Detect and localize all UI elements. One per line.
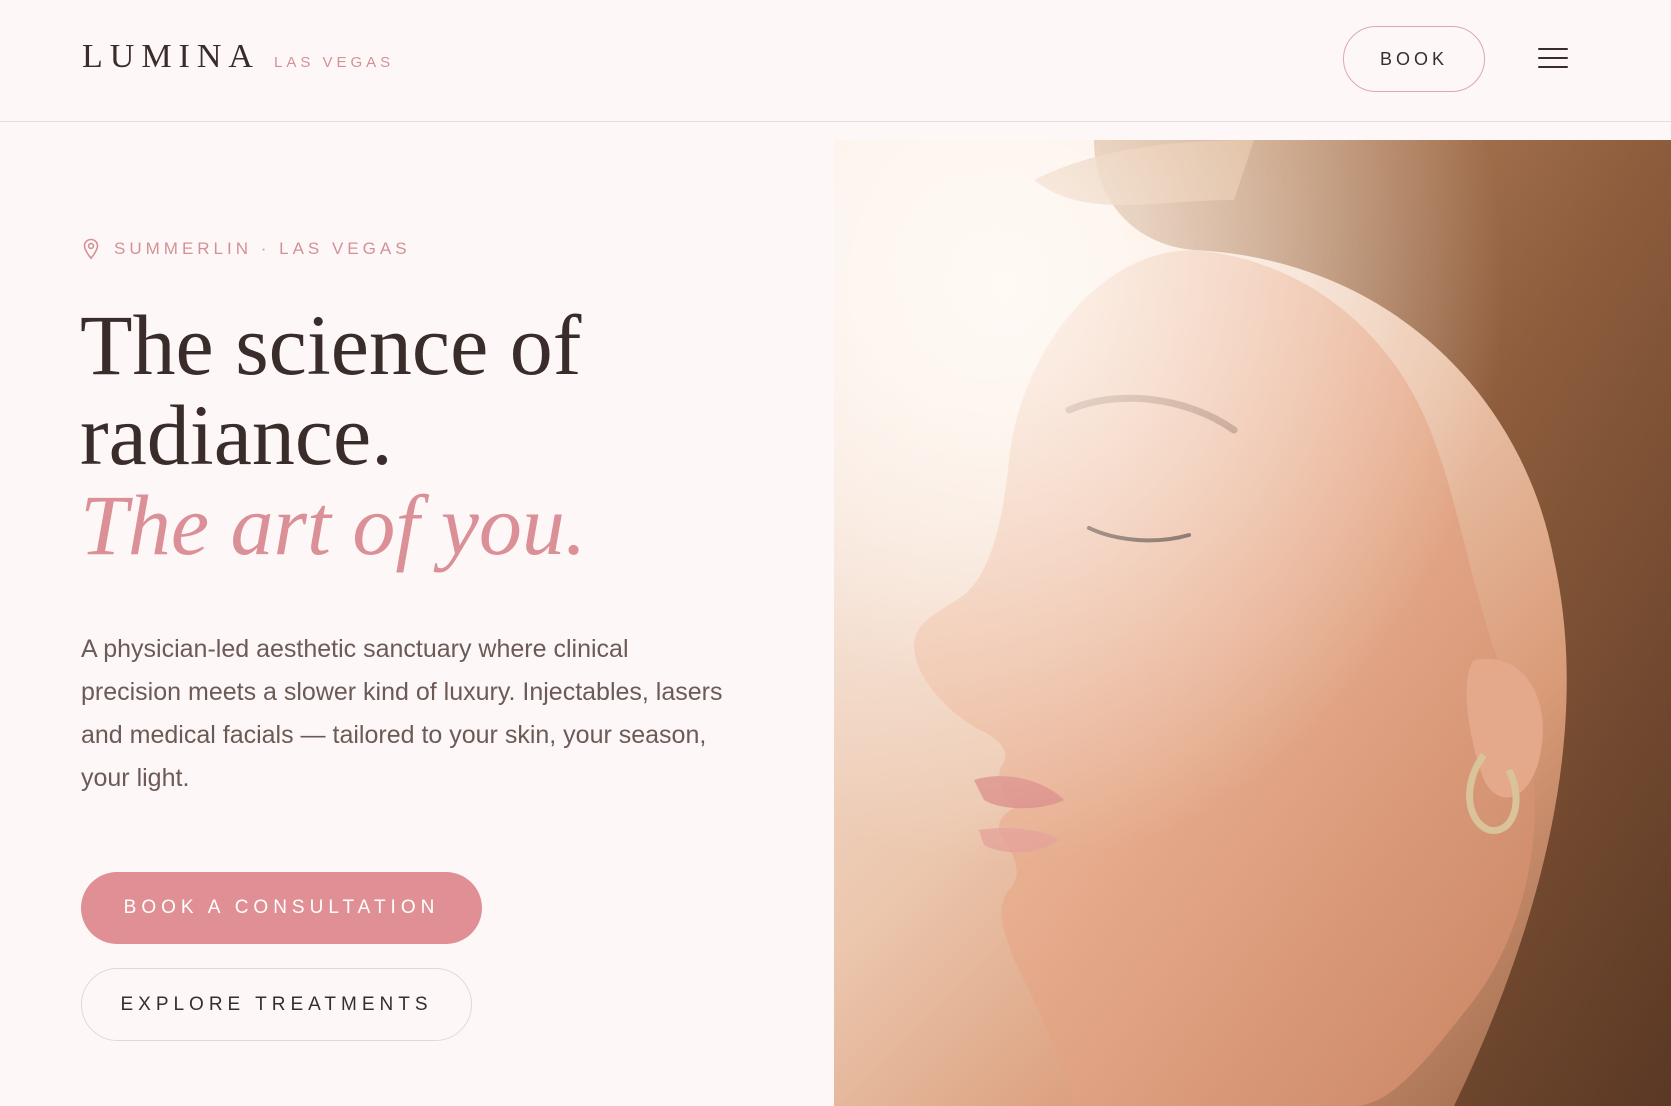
hero-headline: The science of radiance. The art of you. xyxy=(80,300,800,570)
map-pin-icon xyxy=(83,238,99,260)
location-label: SUMMERLIN · LAS VEGAS xyxy=(114,239,411,258)
menu-line xyxy=(1538,48,1568,50)
hamburger-menu-icon[interactable] xyxy=(1538,45,1568,71)
headline-line-2: radiance. xyxy=(80,387,393,483)
location-eyebrow: SUMMERLIN · LAS VEGAS xyxy=(82,238,411,260)
brand-name: LUMINA xyxy=(82,38,260,75)
site-header: LUMINA LAS VEGAS BOOK xyxy=(0,0,1671,122)
brand-location: LAS VEGAS xyxy=(273,54,395,71)
menu-line xyxy=(1538,66,1568,68)
menu-line xyxy=(1538,57,1568,59)
brand-logo[interactable]: LUMINA LAS VEGAS xyxy=(82,38,394,76)
explore-treatments-button[interactable]: EXPLORE TREATMENTS xyxy=(81,968,472,1041)
headline-line-1: The science of xyxy=(80,297,582,393)
portrait-illustration xyxy=(834,140,1671,1106)
hero-portrait-image xyxy=(834,140,1671,1106)
book-button[interactable]: BOOK xyxy=(1343,26,1485,92)
book-consultation-button[interactable]: BOOK A CONSULTATION xyxy=(81,872,482,944)
hero-description: A physician-led aesthetic sanctuary wher… xyxy=(81,635,723,792)
headline-accent: The art of you. xyxy=(80,477,587,573)
